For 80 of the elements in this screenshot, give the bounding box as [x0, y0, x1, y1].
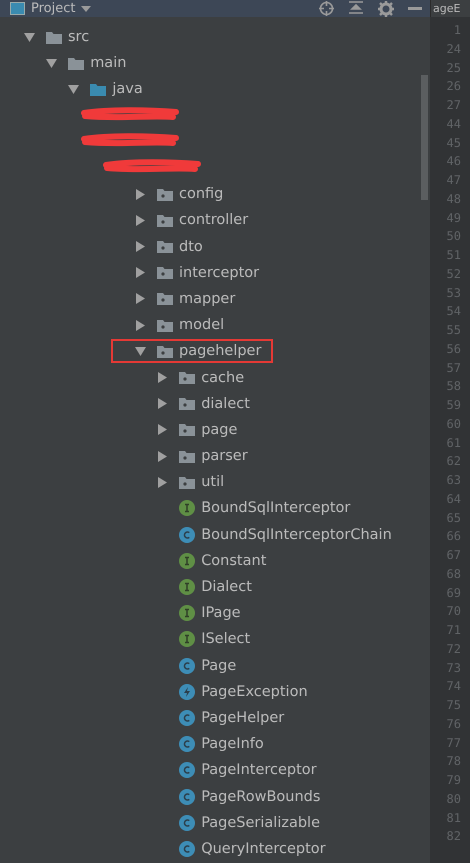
panel-title[interactable]: Project — [31, 1, 76, 16]
tree-item[interactable]: main — [90, 55, 126, 72]
package-folder-icon — [179, 450, 196, 463]
interface-icon — [179, 605, 196, 622]
collapse-arrow-icon[interactable] — [157, 372, 168, 384]
tree-item[interactable]: controller — [179, 212, 248, 228]
package-folder-icon — [179, 476, 196, 489]
folder-icon — [46, 30, 62, 44]
tree-item[interactable]: IPage — [201, 605, 241, 622]
tree-item[interactable]: mapper — [179, 290, 236, 307]
collapse-arrow-icon[interactable] — [157, 398, 168, 410]
tree-item[interactable]: util — [201, 474, 224, 490]
tree-item[interactable]: Page — [201, 658, 236, 674]
tree-item[interactable]: PageInterceptor — [201, 762, 317, 778]
caret-icon[interactable] — [81, 6, 92, 12]
expand-arrow-icon[interactable] — [24, 32, 35, 43]
tree-item[interactable]: pagehelper — [179, 343, 262, 360]
tree-item[interactable]: config — [179, 186, 224, 202]
interface-icon — [179, 631, 196, 648]
tree-item[interactable]: PageHelper — [201, 710, 284, 726]
class-icon — [179, 840, 196, 857]
collapse-arrow-icon[interactable] — [135, 188, 146, 200]
package-folder-icon — [179, 397, 196, 410]
collapse-all-icon[interactable] — [348, 1, 364, 16]
expand-arrow-icon[interactable] — [68, 84, 80, 95]
collapse-arrow-icon[interactable] — [135, 241, 146, 252]
class-icon — [179, 762, 196, 778]
exception-icon — [179, 684, 196, 700]
package-folder-icon — [179, 371, 196, 384]
tree-item[interactable]: Constant — [201, 552, 266, 569]
tree-item[interactable]: PageInfo — [201, 736, 264, 752]
collapse-arrow-icon[interactable] — [135, 267, 146, 278]
tree-item[interactable]: parser — [201, 448, 248, 464]
class-icon — [179, 788, 196, 805]
tree-item[interactable]: page — [201, 422, 238, 438]
class-icon — [179, 658, 196, 674]
tree-item[interactable]: ISelect — [201, 631, 250, 648]
tree-item[interactable]: model — [179, 317, 224, 334]
package-folder-icon — [157, 214, 173, 227]
package-folder-icon — [157, 240, 173, 254]
tree-item[interactable]: BoundSqlInterceptorChain — [201, 526, 392, 543]
tree-item[interactable]: Dialect — [201, 579, 252, 596]
package-folder-icon — [157, 188, 173, 201]
tree-item[interactable]: java — [112, 81, 143, 98]
tree-item[interactable]: PageRowBounds — [201, 788, 320, 805]
class-icon — [179, 736, 196, 752]
package-folder-icon — [157, 318, 173, 332]
tree-item[interactable]: PageSerializable — [201, 814, 320, 831]
interface-icon — [179, 579, 196, 596]
interface-icon — [179, 552, 196, 569]
scrollbar[interactable] — [421, 75, 428, 200]
package-folder-icon — [179, 423, 196, 436]
package-folder-icon — [157, 292, 173, 306]
expand-arrow-icon[interactable] — [46, 58, 58, 69]
folder-icon — [90, 82, 106, 96]
folder-icon — [68, 56, 84, 70]
project-icon — [10, 2, 25, 15]
collapse-arrow-icon[interactable] — [157, 476, 168, 488]
interface-icon — [179, 500, 196, 516]
package-folder-icon — [157, 266, 173, 280]
class-icon — [179, 710, 196, 726]
tree-item[interactable]: PageException — [201, 684, 308, 700]
collapse-arrow-icon[interactable] — [157, 424, 168, 436]
crosshair-icon[interactable] — [319, 1, 334, 16]
class-icon — [179, 526, 196, 543]
expand-arrow-icon[interactable] — [135, 346, 146, 357]
tree-item[interactable]: src — [68, 29, 90, 46]
collapse-arrow-icon[interactable] — [135, 214, 146, 226]
tree-item[interactable]: interceptor — [179, 264, 260, 281]
package-folder-icon — [157, 344, 173, 358]
tree-item[interactable]: BoundSqlInterceptor — [201, 500, 350, 516]
tree-item[interactable]: QueryInterceptor — [201, 840, 326, 857]
tree-item[interactable]: dialect — [201, 396, 250, 412]
tree-item[interactable]: dto — [179, 238, 203, 255]
collapse-arrow-icon[interactable] — [157, 450, 168, 462]
settings-icon[interactable] — [378, 0, 394, 16]
collapse-arrow-icon[interactable] — [135, 293, 146, 304]
tree-item[interactable]: cache — [201, 370, 244, 386]
class-icon — [179, 814, 196, 831]
collapse-arrow-icon[interactable] — [135, 320, 146, 331]
